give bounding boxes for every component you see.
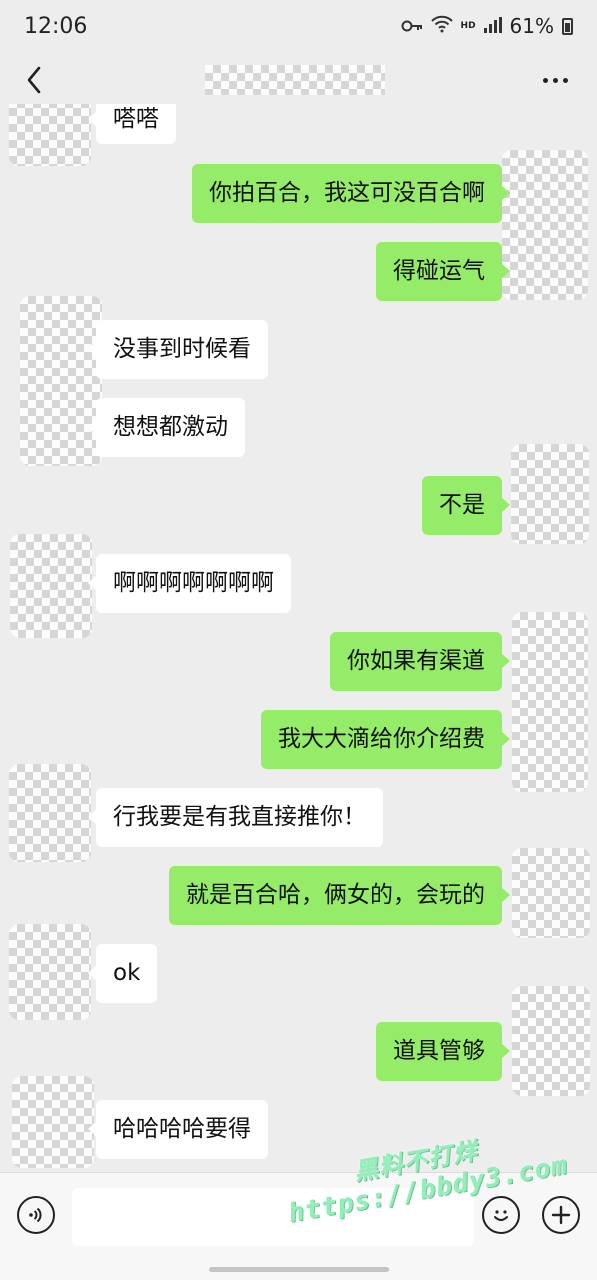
battery-icon — [562, 17, 573, 35]
my-avatar[interactable] — [502, 150, 588, 300]
more-horizontal-icon — [542, 77, 548, 83]
status-time: 12:06 — [24, 14, 88, 39]
contact-avatar[interactable] — [20, 296, 102, 466]
signal-icon — [483, 14, 502, 38]
sent-message[interactable]: 你拍百合，我这可没百合啊 — [192, 164, 510, 223]
sent-message[interactable]: 道具管够 — [376, 1022, 510, 1081]
plus-icon — [551, 1205, 571, 1225]
status-bar: 12:06 HD 61% — [0, 0, 597, 56]
my-avatar[interactable] — [511, 444, 589, 544]
input-bar — [0, 1172, 597, 1280]
wifi-icon — [430, 14, 453, 38]
more-button[interactable] — [535, 64, 575, 96]
plus-button[interactable] — [542, 1196, 580, 1234]
home-indicator[interactable] — [209, 1267, 389, 1272]
sent-message[interactable]: 就是百合哈，俩女的，会玩的 — [169, 866, 510, 925]
my-avatar[interactable] — [512, 986, 590, 1096]
sent-message[interactable]: 你如果有渠道 — [330, 632, 510, 691]
my-avatar[interactable] — [512, 612, 588, 792]
received-message[interactable]: 哈哈哈哈要得 — [88, 1100, 268, 1159]
contact-avatar[interactable] — [9, 924, 91, 1020]
contact-avatar[interactable] — [9, 104, 91, 166]
emoji-button[interactable] — [482, 1196, 520, 1234]
contact-avatar[interactable] — [10, 534, 92, 638]
back-button[interactable] — [16, 62, 52, 98]
hd-label: HD — [460, 21, 476, 31]
received-message[interactable]: 没事到时候看 — [88, 320, 268, 379]
received-message[interactable]: 行我要是有我直接推你！ — [88, 788, 383, 847]
sent-message[interactable]: 得碰运气 — [376, 242, 510, 301]
sent-message[interactable]: 不是 — [422, 476, 510, 535]
chevron-left-icon — [27, 66, 41, 94]
sent-message[interactable]: 我大大滴给你介绍费 — [261, 710, 510, 769]
voice-icon — [29, 1207, 42, 1223]
message-input[interactable] — [72, 1188, 474, 1246]
contact-avatar[interactable] — [9, 764, 91, 862]
contact-avatar[interactable] — [12, 1076, 94, 1168]
status-icons: HD 61% — [401, 14, 573, 38]
chat-header — [0, 56, 597, 104]
received-message[interactable]: 嗒嗒 — [88, 104, 176, 144]
received-message[interactable]: ok — [87, 944, 158, 1003]
contact-name-redacted — [205, 65, 385, 95]
received-message[interactable]: 想想都激动 — [88, 398, 245, 457]
voice-button[interactable] — [17, 1196, 55, 1234]
battery-percent: 61% — [509, 14, 554, 38]
chat-area[interactable]: 嗒嗒 你拍百合，我这可没百合啊 得碰运气 没事到时候看 想想都激动 不是 啊啊啊… — [0, 104, 597, 1172]
key-icon — [401, 14, 423, 38]
emoji-icon — [494, 1210, 508, 1221]
received-message[interactable]: 啊啊啊啊啊啊啊 — [88, 554, 291, 613]
my-avatar[interactable] — [512, 848, 590, 938]
